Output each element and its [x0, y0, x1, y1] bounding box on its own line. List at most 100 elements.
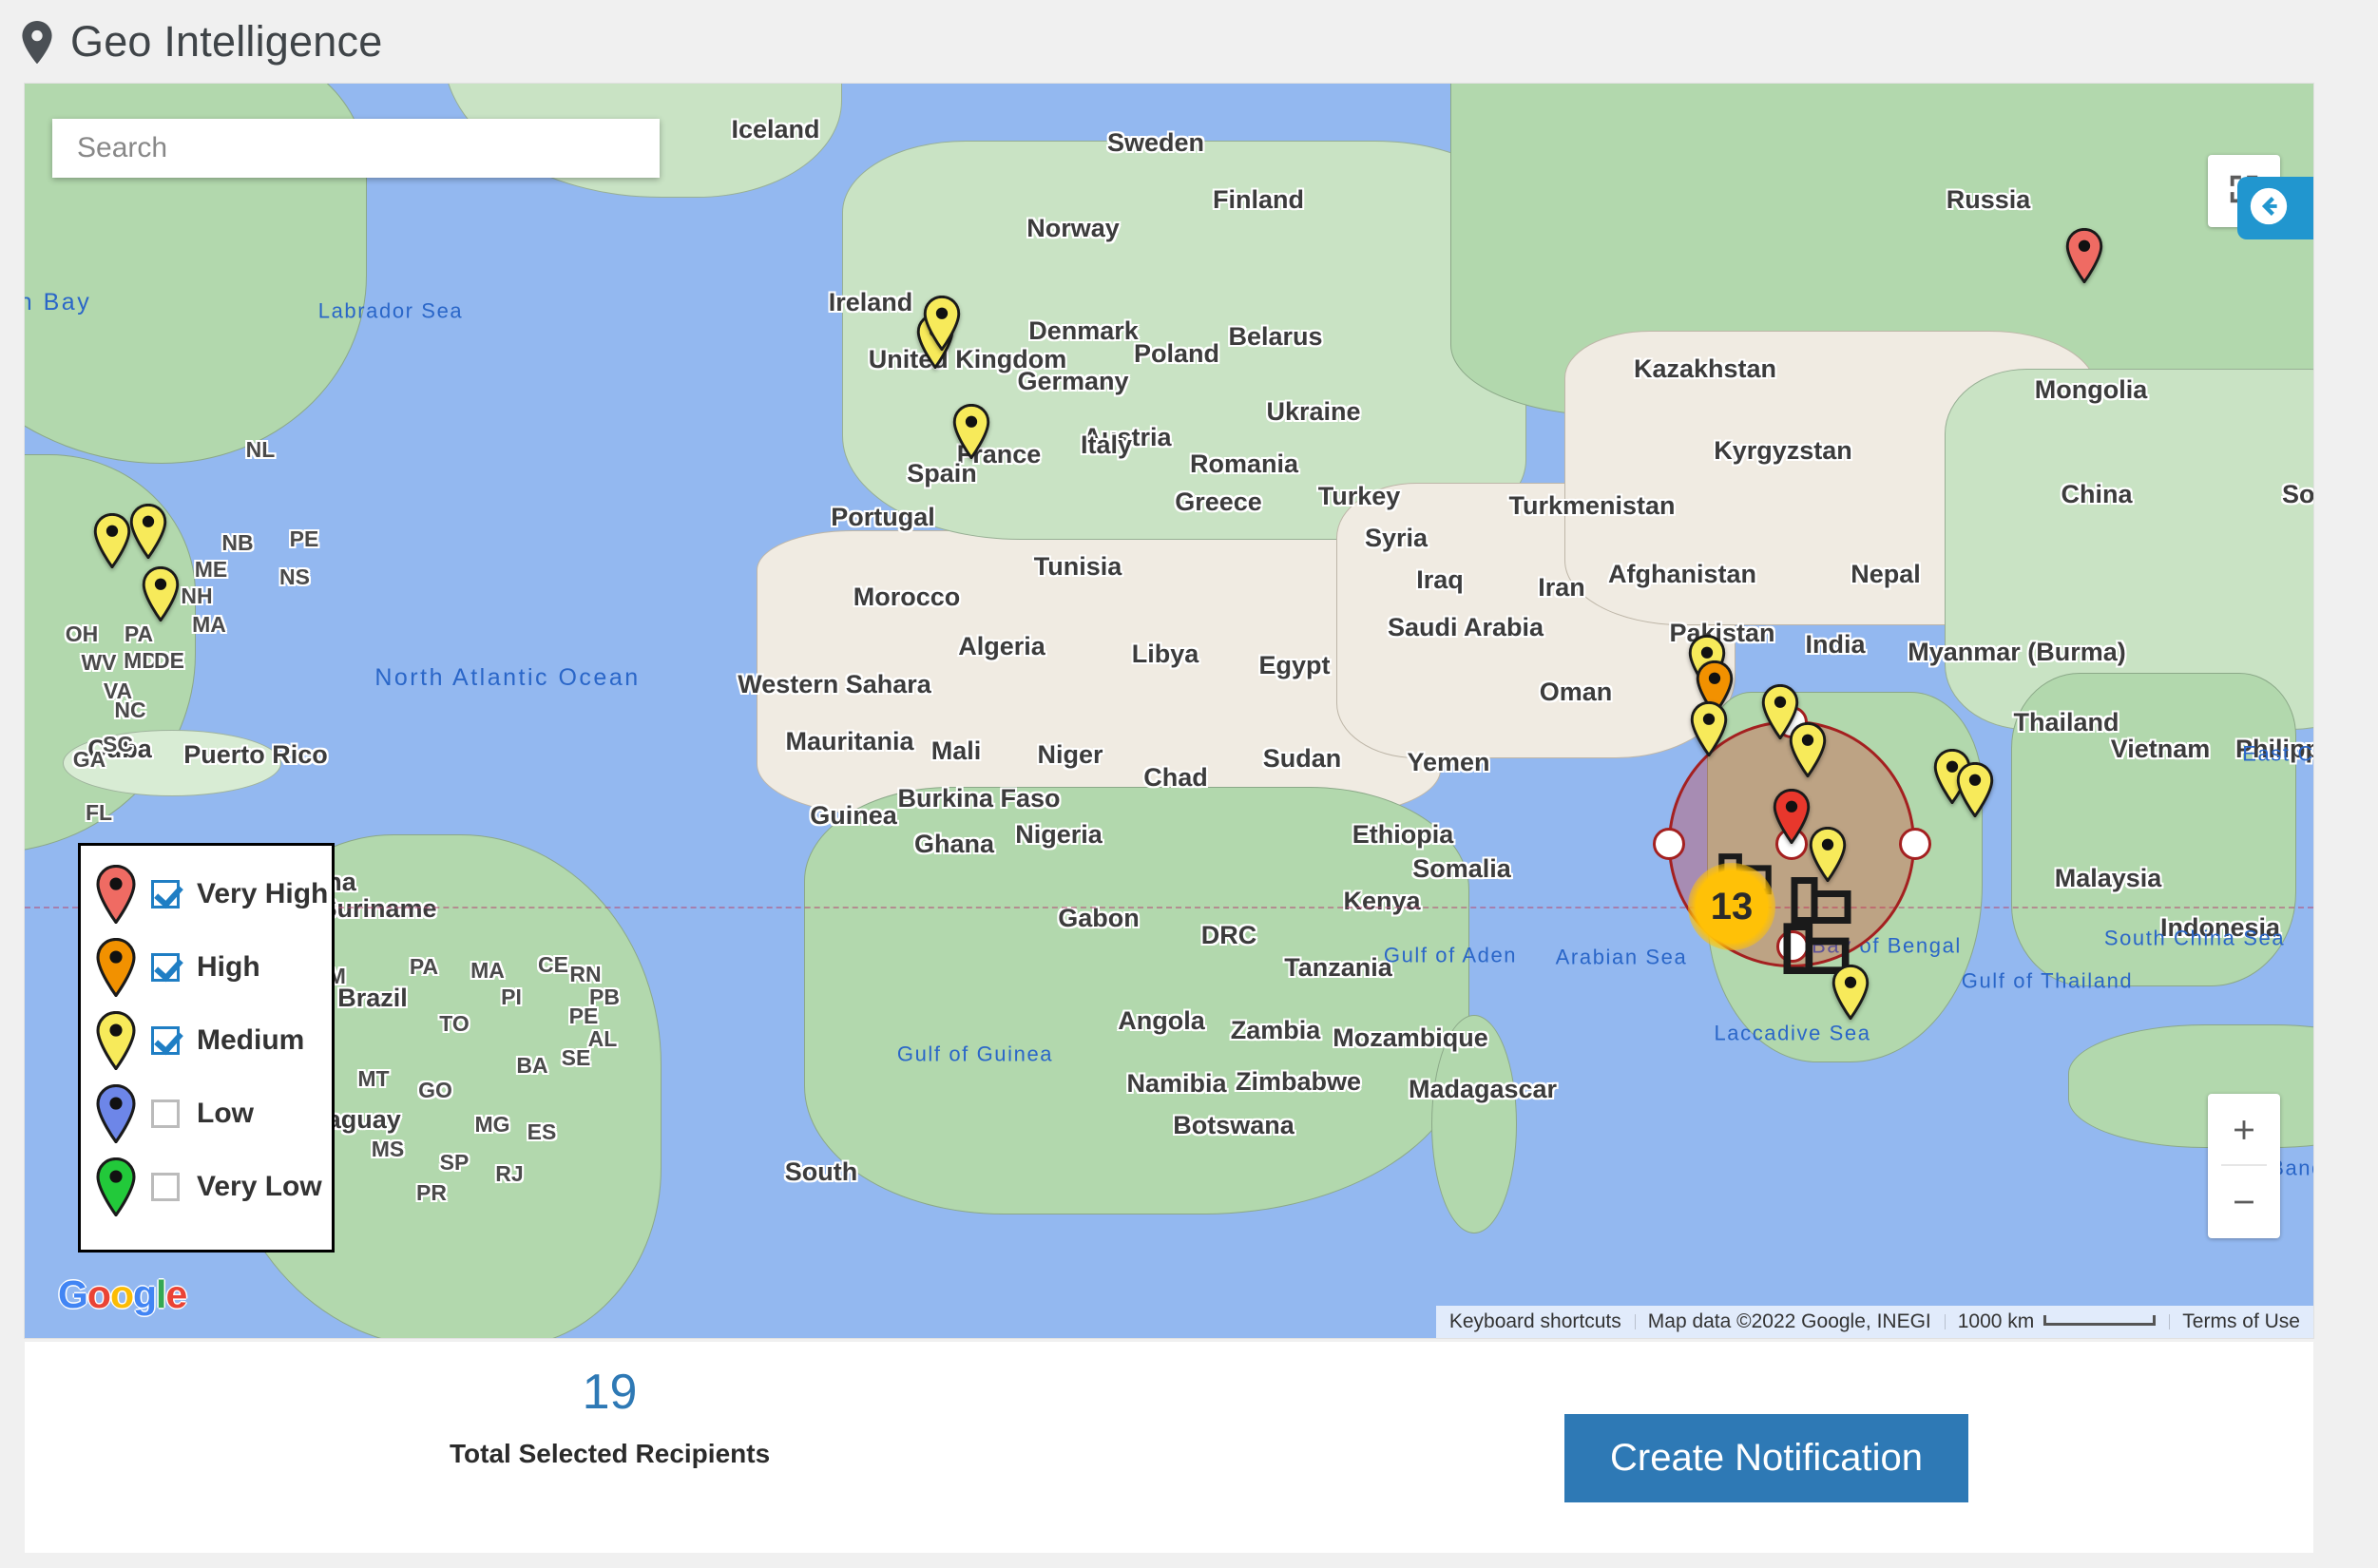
nind-2-marker[interactable] [1788, 722, 1828, 777]
map-canvas[interactable]: Iceland Sweden Norway Finland Russia Denmark U… [25, 84, 2313, 1338]
map-label: BA [516, 1053, 548, 1079]
map-label: Kyrgyzstan [1714, 435, 1852, 465]
map-label: Madagascar [1408, 1074, 1558, 1103]
map-label: FL [85, 800, 113, 826]
map-label: Somalia [1412, 853, 1511, 883]
map-label: DE [154, 648, 184, 674]
legend-row[interactable]: Very High [81, 857, 332, 930]
legend-pin-icon [94, 1083, 138, 1143]
map-label: Belarus [1228, 321, 1323, 351]
map-label: PE [568, 1004, 599, 1029]
map-label: Saudi Arabia [1387, 612, 1544, 641]
legend-checkbox[interactable] [151, 1099, 180, 1128]
us-ne-1-marker[interactable] [92, 513, 132, 568]
map-label: Ukraine [1266, 396, 1361, 426]
selection-handle-west[interactable] [1653, 828, 1685, 860]
russia-marker[interactable] [2064, 228, 2104, 283]
legend-label: Very Low [197, 1170, 322, 1202]
sind-marker[interactable] [1831, 965, 1870, 1020]
map-label: Norway [1026, 213, 1120, 242]
zoom-controls [2208, 1094, 2280, 1238]
map-label: South China Sea [2103, 926, 2286, 950]
google-logo-e: e [165, 1272, 187, 1316]
zoom-in-button[interactable] [2208, 1094, 2280, 1166]
map-label: MT [357, 1066, 390, 1092]
map-label: MD [124, 648, 158, 674]
map-attribution-bar: Keyboard shortcuts Map data ©2022 Google… [1435, 1306, 2313, 1338]
cluster-red-marker[interactable] [1772, 789, 1812, 844]
zoom-out-button[interactable] [2208, 1166, 2280, 1238]
ne-ind-2-marker[interactable] [1955, 762, 1995, 817]
uk-south-marker[interactable] [951, 404, 991, 459]
us-ne-3-marker[interactable] [141, 566, 181, 621]
map-label: Kazakhstan [1633, 354, 1777, 383]
legend-label: Very High [197, 877, 329, 909]
map-label: East China S [2242, 741, 2313, 766]
minus-icon [2234, 1200, 2253, 1204]
legend-checkbox[interactable] [151, 1025, 180, 1055]
google-logo-o2: o [109, 1272, 134, 1316]
map-label: Kenya [1343, 886, 1421, 915]
legend-pin-icon [94, 1010, 138, 1070]
map-label: Laccadive Sea [1714, 1021, 1871, 1045]
search-input[interactable] [52, 119, 660, 178]
map-label: Libya [1131, 639, 1199, 668]
google-logo: Google [58, 1272, 187, 1317]
uk-north-marker[interactable] [922, 296, 962, 351]
selection-handle-east[interactable] [1899, 828, 1931, 860]
map-label: Russia [1946, 184, 2031, 214]
pak-marker[interactable] [1689, 701, 1729, 756]
legend-pin-icon [94, 937, 138, 997]
legend-checkbox[interactable] [151, 879, 180, 908]
equator-line [25, 907, 2313, 908]
recipients-count: 19 [582, 1365, 638, 1420]
map-label: Ghana [913, 829, 995, 858]
keyboard-shortcuts-link[interactable]: Keyboard shortcuts [1436, 1310, 1635, 1333]
legend-label: Medium [197, 1023, 305, 1056]
map-label: ES [527, 1119, 557, 1145]
terms-of-use-link[interactable]: Terms of Use [2169, 1310, 2313, 1333]
map-label: PE [289, 526, 319, 552]
map-label: Myanmar (Burma) [1908, 637, 2126, 666]
map-label: Algeria [958, 631, 1045, 660]
map-label: MG [474, 1112, 510, 1138]
legend-row[interactable]: Very Low [81, 1150, 332, 1223]
legend-checkbox[interactable] [151, 952, 180, 982]
cind-marker[interactable] [1808, 827, 1848, 882]
map-label: WV [81, 650, 117, 676]
map-label: Turkmenistan [1508, 490, 1676, 520]
map-label: Namibia [1126, 1068, 1227, 1098]
plus-icon [2234, 1120, 2253, 1139]
map-label: Guinea [810, 800, 897, 830]
create-notification-button[interactable]: Create Notification [1564, 1414, 1969, 1502]
legend-row[interactable]: Low [81, 1077, 332, 1150]
map-label: Tanzania [1284, 952, 1392, 982]
cluster-count-badge[interactable]: 13 [1688, 863, 1775, 950]
map-label: PA [409, 954, 439, 980]
map-label: South Ko [2282, 479, 2313, 508]
map-label: Zimbabwe [1235, 1066, 1362, 1096]
collapse-panel-button[interactable] [2237, 177, 2313, 239]
legend-checkbox[interactable] [151, 1172, 180, 1201]
us-ne-2-marker[interactable] [128, 504, 168, 559]
map-container[interactable]: Iceland Sweden Norway Finland Russia Denmark U… [25, 84, 2313, 1338]
map-label: ME [194, 557, 228, 583]
geo-intelligence-app: Geo Intelligence Iceland Sweden Norway Finl… [0, 0, 2378, 1568]
map-label: Suriname [319, 893, 437, 923]
map-label: Botswana [1173, 1110, 1294, 1139]
map-label: Iraq [1416, 564, 1464, 594]
map-label: Gulf of Guinea [896, 1042, 1054, 1066]
map-label: Gulf of Aden [1383, 943, 1518, 967]
map-label: Denmark [1028, 316, 1139, 345]
map-label: PR [416, 1180, 447, 1206]
map-label: Brazil [337, 983, 408, 1012]
map-label: Western Sahara [738, 669, 931, 698]
map-label: South [784, 1157, 858, 1186]
map-label: Ethiopia [1352, 819, 1454, 849]
legend-row[interactable]: High [81, 930, 332, 1004]
map-label: Angola [1118, 1005, 1205, 1035]
map-label: Labrador Sea [317, 298, 464, 323]
landmass-safrica [804, 787, 1469, 1214]
map-label: India [1805, 629, 1866, 659]
legend-row[interactable]: Medium [81, 1004, 332, 1077]
